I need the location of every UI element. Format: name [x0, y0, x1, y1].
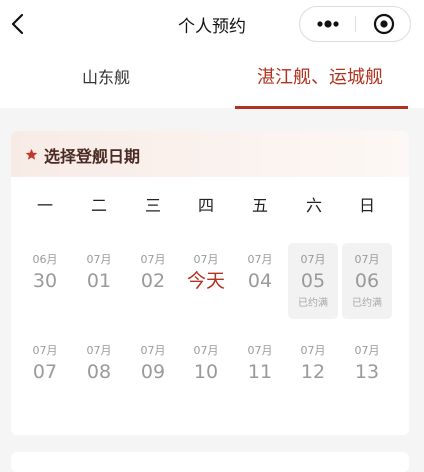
weekday-thu: 四: [197, 196, 214, 215]
date-month: 07月: [86, 344, 112, 357]
back-arrow-icon: [11, 13, 24, 35]
date-month: 07月: [140, 253, 166, 266]
date-cell[interactable]: 07月 09: [128, 334, 178, 410]
tab-zhanjiang-yuncheng[interactable]: 湛江舰、运城舰: [226, 48, 414, 108]
date-cell[interactable]: 07月 12: [288, 334, 338, 410]
card-header: 选择登舰日期: [11, 131, 409, 177]
navigation-bar: 个人预约: [0, 0, 424, 48]
date-day: 05: [300, 270, 326, 292]
date-cell[interactable]: 07月 10: [181, 334, 231, 410]
date-cell-full[interactable]: 07月 06 已约满: [342, 243, 392, 319]
date-day: 13: [354, 361, 380, 383]
date-day: 07: [32, 361, 58, 383]
date-cell-full[interactable]: 07月 05 已约满: [288, 243, 338, 319]
weekday-sun: 日: [358, 196, 375, 215]
date-cell[interactable]: 07月 11: [235, 334, 285, 410]
date-month: 07月: [193, 344, 219, 357]
date-month: 07月: [354, 253, 380, 266]
date-cell[interactable]: 07月 07: [20, 334, 70, 410]
star-icon: [25, 148, 38, 160]
weekday-wed: 三: [144, 196, 161, 215]
more-dots-icon: [317, 20, 339, 28]
close-mini-program-button[interactable]: [356, 7, 412, 41]
date-day: 11: [247, 361, 273, 383]
date-month: 07月: [247, 253, 273, 266]
date-day: 06: [354, 270, 380, 292]
fully-booked-label: 已约满: [352, 298, 382, 309]
date-cell[interactable]: 07月 02: [128, 243, 178, 319]
date-month: 07月: [300, 253, 326, 266]
card-title: 选择登舰日期: [44, 147, 141, 166]
fully-booked-label: 已约满: [298, 298, 328, 309]
today-label: 今天: [186, 270, 225, 292]
date-day: 02: [140, 270, 166, 292]
back-button[interactable]: [8, 12, 30, 36]
date-month: 07月: [193, 253, 219, 266]
date-month: 07月: [86, 253, 112, 266]
date-day: 08: [86, 361, 112, 383]
more-button[interactable]: [300, 7, 356, 41]
date-month: 07月: [140, 344, 166, 357]
next-section-card: [11, 452, 409, 472]
date-day: 10: [193, 361, 219, 383]
date-day: 30: [32, 270, 58, 292]
date-month: 07月: [354, 344, 380, 357]
date-cell[interactable]: 06月 30: [20, 243, 70, 319]
date-selection-card: 选择登舰日期 一 二 三 四 五 六 日 06月 30 07月 01 07月 0…: [11, 131, 409, 435]
weekday-sat: 六: [305, 196, 322, 215]
date-month: 06月: [32, 253, 58, 266]
weekday-mon: 一: [36, 196, 53, 215]
date-month: 07月: [300, 344, 326, 357]
weekday-fri: 五: [251, 196, 268, 215]
date-month: 07月: [32, 344, 58, 357]
date-day: 12: [300, 361, 326, 383]
date-cell[interactable]: 07月 01: [74, 243, 124, 319]
date-cell[interactable]: 07月 08: [74, 334, 124, 410]
ship-tabs: 山东舰 湛江舰、运城舰: [0, 48, 424, 109]
date-day: 09: [140, 361, 166, 383]
mini-program-capsule: [299, 6, 411, 42]
date-day: 04: [247, 270, 273, 292]
date-cell[interactable]: 07月 13: [342, 334, 392, 410]
active-tab-indicator: [235, 106, 408, 109]
date-month: 07月: [247, 344, 273, 357]
date-day: 01: [86, 270, 112, 292]
date-cell[interactable]: 07月 04: [235, 243, 285, 319]
weekday-tue: 二: [90, 196, 107, 215]
record-target-icon: [373, 13, 395, 35]
tab-shandong[interactable]: 山东舰: [0, 48, 212, 108]
date-cell-today[interactable]: 07月 今天: [181, 243, 231, 319]
